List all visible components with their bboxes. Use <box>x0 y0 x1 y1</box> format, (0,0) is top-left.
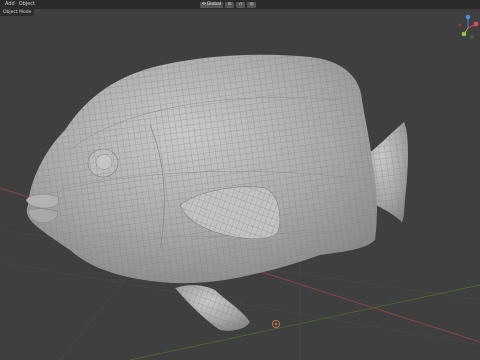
proportional-edit-icon: ◎ <box>249 1 254 7</box>
gizmo-x-icon <box>473 21 479 27</box>
transform-tools: ✣ Global ⊙ ∩ ◎ <box>200 0 257 9</box>
pivot-button[interactable]: ⊙ <box>225 1 235 8</box>
orientation-dropdown[interactable]: ✣ Global <box>200 1 224 8</box>
viewport-scene <box>0 54 480 360</box>
fish-eye <box>87 148 119 178</box>
gizmo-z-icon <box>465 14 471 20</box>
snap-icon: ∩ <box>238 1 243 7</box>
navigation-gizmo[interactable] <box>456 10 480 44</box>
snap-button[interactable]: ∩ <box>236 1 246 8</box>
proportional-edit-button[interactable]: ◎ <box>247 1 257 8</box>
3d-cursor-icon <box>272 320 280 328</box>
menu-add[interactable]: Add <box>3 0 17 9</box>
gizmo-y-icon <box>461 31 467 37</box>
orientation-label: Global <box>206 1 222 7</box>
mode-dropdown[interactable]: Object Mode <box>0 9 35 16</box>
orientation-icon: ✣ <box>202 1 206 7</box>
menu-object[interactable]: Object <box>17 0 37 9</box>
fish-body <box>26 54 377 284</box>
pivot-icon: ⊙ <box>227 1 232 7</box>
pelvic-fin <box>175 285 250 331</box>
viewport-header: Add Object ✣ Global ⊙ ∩ ◎ <box>0 0 480 9</box>
